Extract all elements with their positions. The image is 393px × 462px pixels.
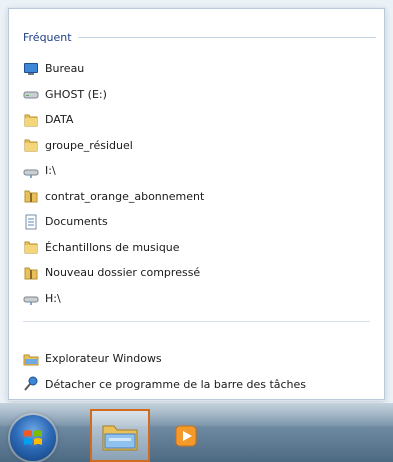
list-item-documents[interactable]: Documents bbox=[17, 209, 376, 235]
item-label: groupe_résiduel bbox=[45, 138, 133, 152]
list-item-contrat-orange[interactable]: contrat_orange_abonnement bbox=[17, 184, 376, 210]
list-item-groupe-residuel[interactable]: groupe_résiduel bbox=[17, 133, 376, 159]
taskbar bbox=[0, 403, 393, 462]
documents-icon bbox=[23, 214, 39, 230]
zip-folder-icon bbox=[23, 265, 39, 281]
list-item-echantillons-musique[interactable]: Échantillons de musique bbox=[17, 235, 376, 261]
folder-icon bbox=[23, 137, 39, 153]
network-drive-icon bbox=[23, 290, 39, 306]
task-unpin[interactable]: Détacher ce programme de la barre des tâ… bbox=[17, 372, 376, 398]
item-label: Explorateur Windows bbox=[45, 352, 162, 366]
item-label: H:\ bbox=[45, 291, 61, 305]
folder-icon bbox=[23, 239, 39, 255]
taskbar-media-player-button[interactable] bbox=[168, 418, 204, 454]
item-label: DATA bbox=[45, 113, 74, 127]
item-label: Bureau bbox=[45, 62, 85, 76]
media-player-icon bbox=[175, 425, 197, 447]
section-title: Fréquent bbox=[23, 30, 72, 44]
desktop-icon bbox=[23, 61, 39, 77]
list-item-nouveau-dossier-compresse[interactable]: Nouveau dossier compressé bbox=[17, 260, 376, 286]
frequent-list: Bureau GHOST (E:) DATA groupe_résiduel I… bbox=[17, 56, 376, 311]
tasks-divider bbox=[23, 321, 370, 322]
zip-folder-icon bbox=[23, 188, 39, 204]
item-label: Échantillons de musique bbox=[45, 240, 180, 254]
list-item-data[interactable]: DATA bbox=[17, 107, 376, 133]
jump-list: Fréquent Bureau GHOST (E:) DATA groupe_r… bbox=[8, 8, 385, 400]
task-explorer[interactable]: Explorateur Windows bbox=[17, 346, 376, 372]
list-item-ghost-drive[interactable]: GHOST (E:) bbox=[17, 82, 376, 108]
item-label: GHOST (E:) bbox=[45, 87, 107, 101]
folder-icon bbox=[23, 112, 39, 128]
network-drive-icon bbox=[23, 163, 39, 179]
item-label: contrat_orange_abonnement bbox=[45, 189, 205, 203]
taskbar-explorer-button[interactable] bbox=[90, 409, 150, 462]
section-header-frequent: Fréquent bbox=[23, 29, 376, 45]
list-item-bureau[interactable]: Bureau bbox=[17, 56, 376, 82]
start-button[interactable] bbox=[10, 415, 56, 461]
explorer-icon bbox=[102, 425, 138, 451]
drive-icon bbox=[23, 86, 39, 102]
list-item-drive-h[interactable]: H:\ bbox=[17, 286, 376, 312]
unpin-icon bbox=[23, 376, 39, 392]
item-label: I:\ bbox=[45, 164, 56, 178]
list-item-drive-i[interactable]: I:\ bbox=[17, 158, 376, 184]
windows-flag-icon bbox=[24, 430, 42, 445]
section-divider bbox=[77, 36, 376, 38]
explorer-icon bbox=[23, 351, 39, 367]
item-label: Documents bbox=[45, 215, 108, 229]
item-label: Détacher ce programme de la barre des tâ… bbox=[45, 377, 307, 391]
tasks-list: Explorateur Windows Détacher ce programm… bbox=[17, 346, 376, 397]
item-label: Nouveau dossier compressé bbox=[45, 266, 201, 280]
